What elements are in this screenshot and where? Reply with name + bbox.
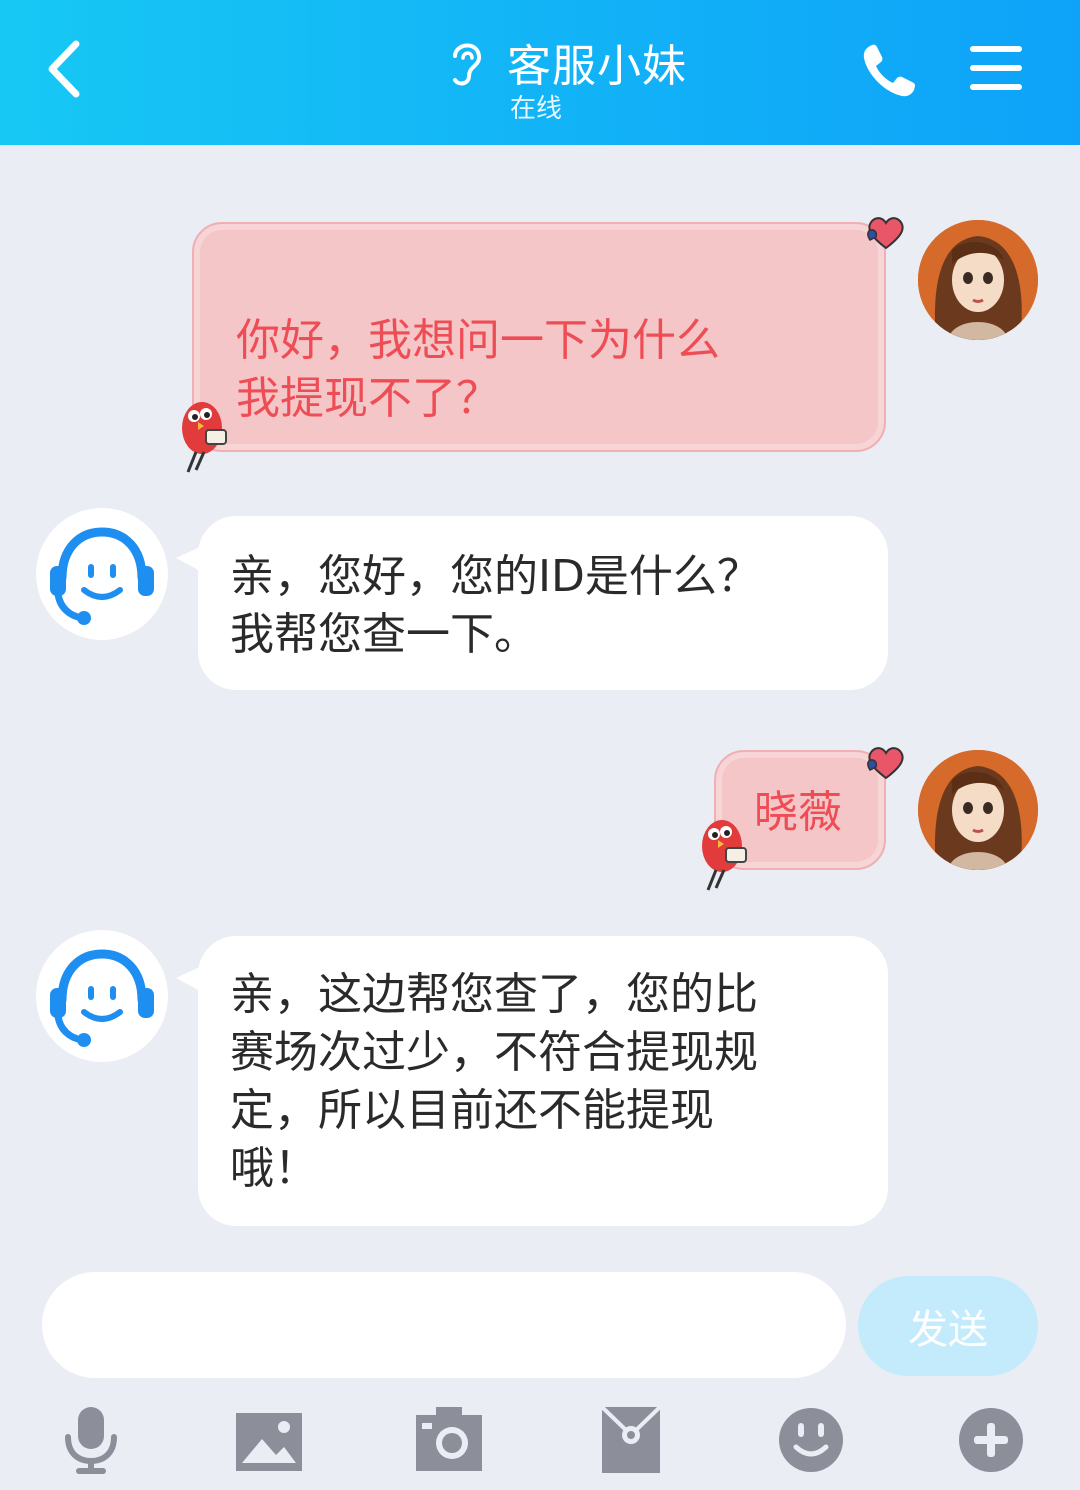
plus-icon bbox=[959, 1408, 1023, 1472]
phone-button[interactable] bbox=[858, 40, 920, 102]
menu-button[interactable] bbox=[966, 40, 1026, 96]
page-title: 客服小妹 bbox=[507, 41, 687, 92]
toolbar-camera-button[interactable] bbox=[414, 1405, 484, 1475]
menu-icon bbox=[970, 46, 1022, 90]
message-bubble-user: 你好，我想问一下为什么 我提现不了？ bbox=[192, 222, 886, 452]
toolbar-voice-button[interactable] bbox=[56, 1405, 126, 1475]
send-button[interactable]: 发送 bbox=[858, 1276, 1038, 1376]
chat-screen: 客服小妹 在线 你好，我想问一下为什么 我提现不了？ 亲，您好，您的ID是什么？… bbox=[0, 0, 1080, 1490]
ear-icon bbox=[453, 43, 482, 86]
heart-sticker-icon bbox=[867, 217, 904, 250]
toolbar-image-button[interactable] bbox=[234, 1405, 304, 1475]
user-avatar[interactable] bbox=[918, 220, 1038, 340]
headset-smile-icon bbox=[50, 949, 154, 1047]
emoji-icon bbox=[779, 1408, 843, 1472]
message-bubble-service: 亲，您好，您的ID是什么？ 我帮您查一下。 bbox=[176, 516, 888, 690]
back-button[interactable] bbox=[36, 34, 96, 104]
heart-sticker-icon bbox=[867, 747, 904, 780]
red-packet-icon bbox=[600, 1405, 662, 1473]
girl-avatar-icon bbox=[918, 220, 1038, 340]
camera-icon bbox=[416, 1407, 482, 1471]
chevron-left-icon bbox=[48, 40, 80, 98]
bird-sticker-icon bbox=[702, 820, 747, 891]
toolbar-redpacket-button[interactable] bbox=[596, 1405, 666, 1475]
message-bubble-service: 亲，这边帮您查了，您的比 赛场次过少，不符合提现规 定，所以目前还不能提现 哦！ bbox=[176, 936, 888, 1226]
header-bar: 客服小妹 在线 bbox=[0, 0, 1080, 145]
message-text: 晓薇 bbox=[754, 787, 842, 838]
message-text: 亲，您好，您的ID是什么？ 我帮您查一下。 bbox=[230, 551, 761, 660]
girl-avatar-icon bbox=[918, 750, 1038, 870]
message-text: 你好，我想问一下为什么 我提现不了？ bbox=[236, 315, 720, 424]
image-icon bbox=[236, 1413, 302, 1471]
toolbar-emoji-button[interactable] bbox=[776, 1405, 846, 1475]
phone-icon bbox=[863, 44, 915, 97]
service-avatar[interactable] bbox=[36, 930, 168, 1062]
message-input[interactable] bbox=[42, 1272, 846, 1378]
bird-sticker-icon bbox=[182, 402, 227, 473]
service-avatar[interactable] bbox=[36, 508, 168, 640]
header-title-group: 客服小妹 在线 bbox=[445, 28, 705, 128]
headset-smile-icon bbox=[50, 527, 154, 625]
online-status: 在线 bbox=[510, 94, 563, 124]
microphone-icon bbox=[65, 1407, 117, 1474]
user-avatar[interactable] bbox=[918, 750, 1038, 870]
toolbar-more-button[interactable] bbox=[956, 1405, 1026, 1475]
message-text: 亲，这边帮您查了，您的比 赛场次过少，不符合提现规 定，所以目前还不能提现 哦！ bbox=[230, 969, 758, 1194]
